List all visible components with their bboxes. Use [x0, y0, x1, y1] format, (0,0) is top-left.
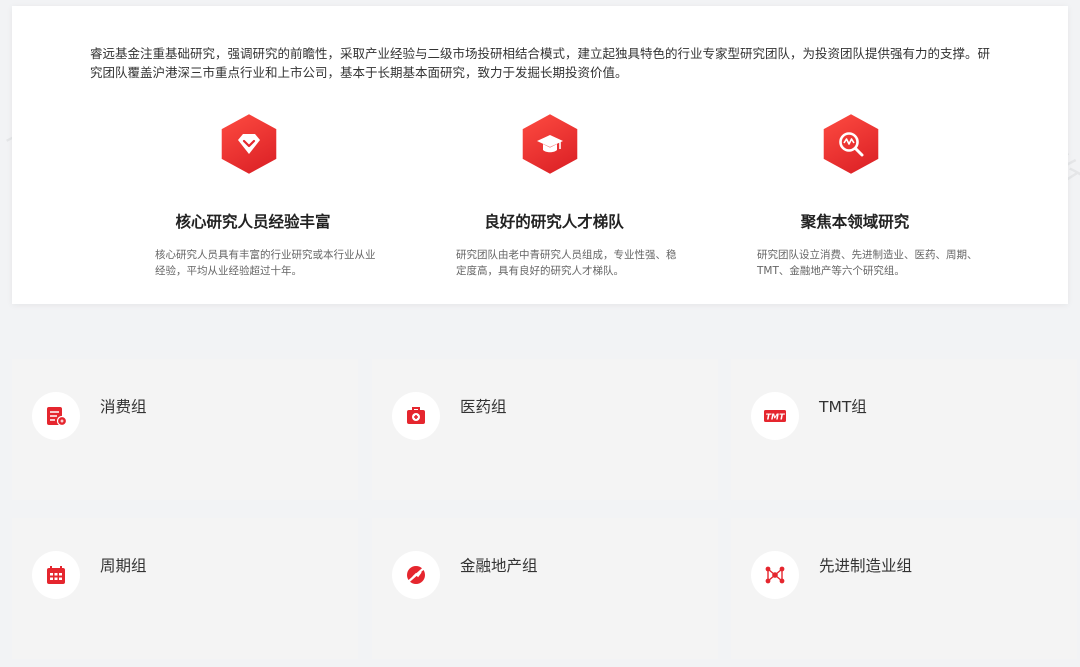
group-icon-badge: [32, 551, 80, 599]
group-icon-badge: [392, 551, 440, 599]
feature-desc: 研究团队由老中青研究人员组成，专业性强、稳定度高，具有良好的研究人才梯队。: [456, 249, 677, 277]
group-card-manufacturing[interactable]: 先进制造业组: [731, 518, 1077, 659]
feature-icon-badge: [218, 113, 280, 175]
feature-title: 聚焦本领域研究: [800, 213, 910, 231]
group-label: 周期组: [100, 557, 147, 575]
group-icon-badge: [392, 392, 440, 440]
finance-icon: [407, 566, 425, 584]
group-card-tmt[interactable]: TMT TMT组: [731, 359, 1077, 500]
group-label: 金融地产组: [460, 557, 538, 575]
receipt-icon: [47, 407, 68, 427]
calendar-icon: [47, 566, 65, 584]
tmt-icon-text: TMT: [766, 413, 785, 422]
group-card-finance[interactable]: 金融地产组: [372, 518, 718, 659]
intro-card: 睿远基金注重基础研究，强调研究的前瞻性，采取产业经验与二级市场投研相结合模式，建…: [12, 6, 1068, 304]
group-icon-badge: TMT: [751, 392, 799, 440]
group-card-pharma[interactable]: 医药组: [372, 359, 718, 500]
group-icon-badge: [751, 551, 799, 599]
magnifier-chart-icon: [839, 132, 864, 157]
group-card-cyclical[interactable]: 周期组: [12, 518, 358, 659]
group-label: 医药组: [460, 398, 507, 416]
network-icon: [765, 566, 785, 584]
feature-desc: 核心研究人员具有丰富的行业研究或本行业从业经验，平均从业经验超过十年。: [155, 249, 376, 277]
feature-icon-badge: [519, 113, 581, 175]
feature-desc: 研究团队设立消费、先进制造业、医药、周期、TMT、金融地产等六个研究组。: [757, 249, 978, 277]
tmt-icon: TMT: [764, 410, 786, 422]
intro-text: 睿远基金注重基础研究，强调研究的前瞻性，采取产业经验与二级市场投研相结合模式，建…: [90, 46, 991, 80]
diamond-icon: [238, 134, 260, 154]
group-label: TMT组: [819, 398, 867, 416]
feature-icon-badge: [820, 113, 882, 175]
group-label: 消费组: [100, 398, 147, 416]
feature-title: 良好的研究人才梯队: [484, 213, 624, 231]
feature-title: 核心研究人员经验丰富: [175, 213, 331, 231]
group-icon-badge: [32, 392, 80, 440]
graduation-cap-icon: [537, 135, 563, 153]
group-card-consumer[interactable]: 消费组: [12, 359, 358, 500]
group-label: 先进制造业组: [819, 557, 913, 575]
medical-kit-icon: [407, 407, 425, 424]
